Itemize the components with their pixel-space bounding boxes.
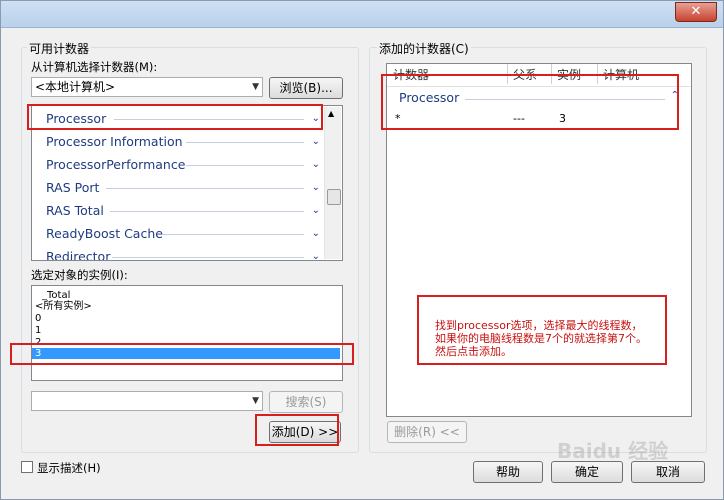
object-label: RAS Total	[46, 203, 104, 218]
list-item[interactable]: Processor Information ⌄	[46, 132, 320, 152]
object-list-scrollbar[interactable]: ▲	[324, 107, 341, 259]
chevron-down-icon[interactable]: ⌄	[312, 155, 320, 175]
object-label: ReadyBoost Cache	[46, 226, 163, 241]
list-item[interactable]: RAS Port ⌄	[46, 178, 320, 198]
object-label: RAS Port	[46, 180, 100, 195]
list-item[interactable]: 1	[35, 325, 41, 336]
list-item[interactable]: ProcessorPerformance ⌄	[46, 155, 320, 175]
added-counters-title: 添加的计数器(C)	[377, 40, 471, 57]
computer-combo-value: <本地计算机>	[35, 80, 116, 94]
annotation-note-line-2: 如果你的电脑线程数是7个的就选择第7个。	[435, 332, 647, 345]
help-button[interactable]: 帮助	[473, 461, 543, 483]
ok-button[interactable]: 确定	[551, 461, 623, 483]
chevron-down-icon[interactable]: ⌄	[312, 178, 320, 198]
computer-combo[interactable]: <本地计算机> ▼	[31, 77, 263, 97]
chevron-down-icon: ▼	[252, 82, 259, 92]
browse-button[interactable]: 浏览(B)...	[269, 77, 343, 99]
show-description-checkbox[interactable]	[21, 461, 33, 473]
scroll-thumb[interactable]	[327, 189, 341, 205]
highlight-processor-box	[27, 104, 323, 130]
highlight-added-box	[381, 74, 679, 130]
show-description-label[interactable]: 显示描述(H)	[37, 460, 101, 476]
annotation-note-line-3: 然后点击添加。	[435, 345, 512, 358]
object-label: Redirector	[46, 249, 111, 261]
close-button[interactable]: ✕	[675, 2, 717, 22]
search-button[interactable]: 搜索(S)	[269, 391, 343, 413]
separator-line	[186, 142, 304, 143]
chevron-down-icon[interactable]: ⌄	[312, 224, 320, 244]
object-label: Processor Information	[46, 134, 183, 149]
search-combo[interactable]: ▼	[31, 391, 263, 411]
instances-label: 选定对象的实例(I):	[31, 268, 128, 282]
highlight-instance-box	[10, 343, 354, 365]
separator-line	[162, 234, 304, 235]
separator-line	[112, 257, 304, 258]
chevron-down-icon: ▼	[252, 396, 259, 406]
chevron-down-icon[interactable]: ⌄	[312, 201, 320, 221]
available-counters-title: 可用计数器	[27, 40, 92, 57]
object-label: ProcessorPerformance	[46, 157, 186, 172]
separator-line	[106, 188, 304, 189]
list-item[interactable]: <所有实例>	[35, 301, 92, 312]
highlight-add-box	[255, 414, 339, 446]
list-item[interactable]: _Total	[42, 290, 70, 301]
select-from-computer-label: 从计算机选择计数器(M):	[31, 60, 158, 74]
separator-line	[186, 165, 304, 166]
add-counters-dialog: ✕ 可用计数器 从计算机选择计数器(M): <本地计算机> ▼ 浏览(B)...…	[0, 0, 724, 500]
chevron-down-icon[interactable]: ⌄	[312, 247, 320, 260]
chevron-down-icon[interactable]: ⌄	[312, 132, 320, 152]
watermark-logo: Baidu 经验	[557, 439, 669, 463]
title-bar: ✕	[1, 1, 723, 28]
remove-button[interactable]: 删除(R) <<	[387, 421, 467, 443]
list-item[interactable]: Redirector ⌄	[46, 247, 320, 261]
separator-line	[110, 211, 304, 212]
list-item[interactable]: RAS Total ⌄	[46, 201, 320, 221]
list-item[interactable]: 0	[35, 313, 41, 324]
annotation-note-line-1: 找到processor选项，选择最大的线程数，	[435, 319, 643, 332]
instances-list[interactable]: _Total <所有实例> 0 1 2 3	[31, 285, 343, 381]
scroll-up-arrow[interactable]: ▲	[328, 109, 334, 118]
list-item[interactable]: ReadyBoost Cache ⌄	[46, 224, 320, 244]
cancel-button[interactable]: 取消	[631, 461, 705, 483]
